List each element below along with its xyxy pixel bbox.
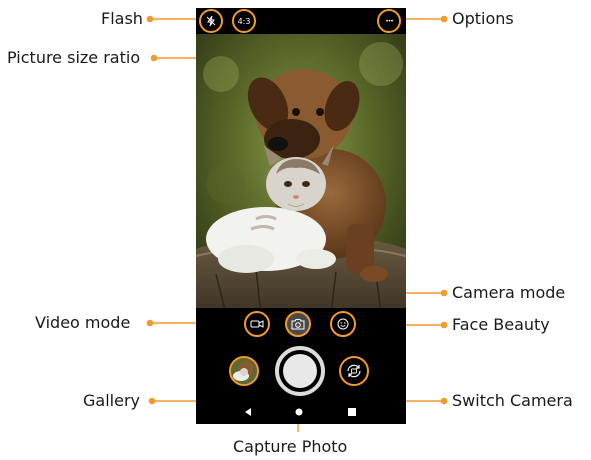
system-nav-bar: [196, 403, 406, 424]
camera-top-bar: 4:3 •••: [196, 8, 406, 34]
camera-mode-bar: [196, 308, 406, 338]
picture-size-ratio-button[interactable]: 4:3: [232, 9, 256, 33]
nav-home-icon[interactable]: [295, 408, 303, 416]
viewfinder-preview[interactable]: [196, 34, 406, 314]
face-beauty-callout: Face Beauty: [452, 315, 550, 334]
options-connector-dot: [440, 15, 448, 23]
options-button[interactable]: •••: [377, 9, 401, 33]
flash-button[interactable]: [199, 9, 223, 33]
more-horizontal-icon: •••: [385, 17, 394, 25]
options-callout: Options: [452, 9, 514, 28]
ratio-connector-dot: [150, 54, 158, 62]
camera-mode-button[interactable]: [285, 311, 311, 337]
gallery-connector-dot: [148, 397, 156, 405]
shutter-button: [283, 354, 317, 388]
flash-connector-dot: [146, 15, 154, 23]
nav-back-icon[interactable]: [243, 407, 253, 417]
face-beauty-connector-dot: [440, 321, 448, 329]
ratio-label: 4:3: [237, 16, 251, 26]
camera-icon: [291, 318, 305, 330]
face-beauty-button[interactable]: [330, 311, 356, 337]
camera-app-screen: 4:3 •••: [196, 8, 406, 424]
camera-mode-connector-dot: [440, 289, 448, 297]
picture-size-ratio-callout: Picture size ratio: [7, 48, 141, 67]
capture-photo-callout: Capture Photo: [233, 437, 348, 456]
face-smile-icon: [337, 318, 349, 330]
gallery-callout: Gallery: [83, 391, 140, 410]
video-camera-icon: [250, 319, 264, 329]
camera-mode-callout: Camera mode: [452, 283, 566, 302]
video-mode-callout: Video mode: [35, 313, 131, 332]
flash-off-icon: [205, 15, 217, 27]
gallery-button[interactable]: [229, 356, 259, 386]
flash-callout: Flash: [101, 9, 143, 28]
switch-camera-callout: Switch Camera: [452, 391, 573, 410]
switch-camera-button[interactable]: [339, 356, 369, 386]
video-mode-button[interactable]: [244, 311, 270, 337]
nav-recents-icon[interactable]: [348, 408, 356, 416]
viewfinder-image: [196, 34, 406, 314]
switch-camera-connector-dot: [440, 397, 448, 405]
gallery-thumbnail: [231, 358, 257, 384]
video-mode-connector-dot: [146, 319, 154, 327]
capture-photo-button[interactable]: [275, 346, 325, 396]
switch-camera-icon: [345, 362, 363, 380]
